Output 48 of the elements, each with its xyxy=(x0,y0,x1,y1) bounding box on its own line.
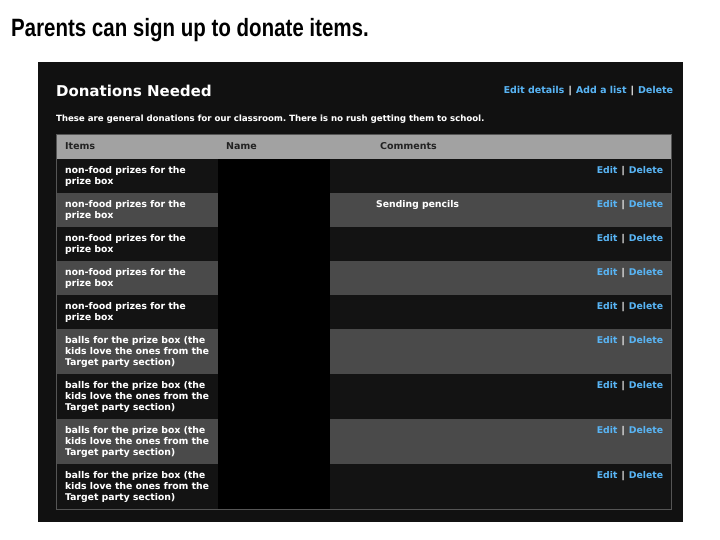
link[interactable]: Edit xyxy=(596,301,618,312)
link[interactable]: Delete xyxy=(628,301,663,312)
column-header: Name xyxy=(226,141,257,152)
table-cell-text: balls for the prize box (the kids love the ones from the Target party section) xyxy=(64,379,210,416)
separator: | xyxy=(621,335,625,346)
link[interactable]: Edit xyxy=(596,425,618,436)
table-cell-text: balls for the prize box (the kids love the ones from the Target party section) xyxy=(64,334,210,370)
table-cell-text: non-food prizes for the prize box xyxy=(64,198,187,224)
table-cell-text: non-food prizes for the prize box xyxy=(64,232,187,258)
link[interactable]: Edit details xyxy=(504,84,564,98)
table-cell-text: balls for the prize box (the kids love the ones from the Target party section) xyxy=(64,469,210,506)
link[interactable]: Edit xyxy=(596,335,618,346)
link[interactable]: Delete xyxy=(628,267,663,278)
link[interactable]: Delete xyxy=(628,335,663,346)
separator: | xyxy=(621,470,625,482)
link[interactable]: Delete xyxy=(638,84,673,98)
link[interactable]: Delete xyxy=(628,380,663,392)
separator: | xyxy=(621,199,625,210)
separator: | xyxy=(621,233,625,244)
separator: | xyxy=(568,84,572,98)
panel-title: Donations Needed xyxy=(56,81,212,102)
table-cell-text: non-food prizes for the prize box xyxy=(64,164,187,190)
table-cell-text: non-food prizes for the prize box xyxy=(64,300,187,326)
panel-description: These are general donations for our classroom. There is no rush getting them to school. xyxy=(56,112,486,126)
separator: | xyxy=(630,84,634,98)
link[interactable]: Add a list xyxy=(576,84,626,98)
link[interactable]: Edit xyxy=(596,380,618,392)
table-cell: Sending pencils xyxy=(376,199,459,210)
link[interactable]: Edit xyxy=(596,267,618,278)
column-header: Comments xyxy=(380,141,437,152)
separator: | xyxy=(621,165,625,176)
column-header: Items xyxy=(65,141,96,152)
slide-title: Parents can sign up to donate items. xyxy=(11,13,370,44)
link[interactable]: Delete xyxy=(628,199,663,210)
table-cell-text: balls for the prize box (the kids love the ones from the Target party section) xyxy=(64,424,210,460)
table-cell-text: non-food prizes for the prize box xyxy=(64,266,187,292)
link[interactable]: Edit xyxy=(596,199,618,210)
separator: | xyxy=(621,301,625,312)
link[interactable]: Delete xyxy=(628,425,663,436)
separator: | xyxy=(621,425,625,436)
link[interactable]: Edit xyxy=(596,470,618,482)
separator: | xyxy=(621,380,625,392)
link[interactable]: Delete xyxy=(628,233,663,244)
link[interactable]: Delete xyxy=(628,470,663,482)
link[interactable]: Delete xyxy=(628,165,663,176)
link[interactable]: Edit xyxy=(596,165,618,176)
separator: | xyxy=(621,267,625,278)
link[interactable]: Edit xyxy=(596,233,618,244)
